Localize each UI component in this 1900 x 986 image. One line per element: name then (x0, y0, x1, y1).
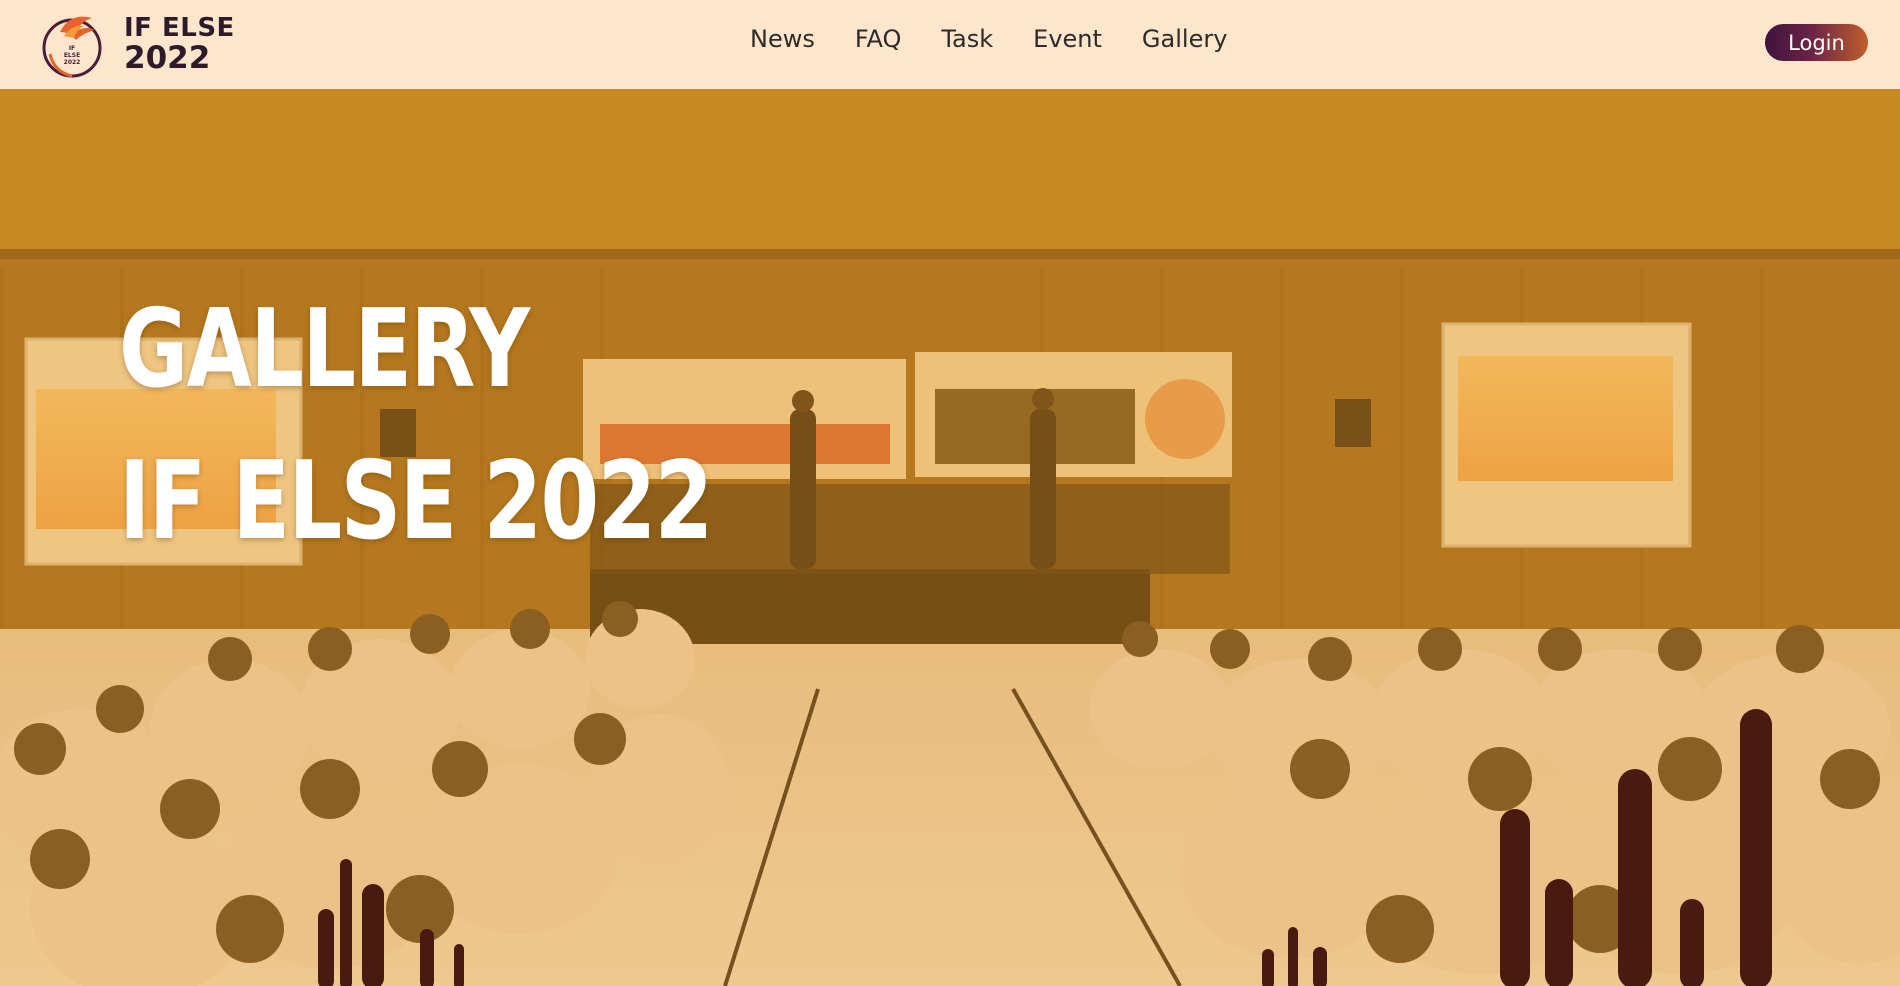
main-nav: News FAQ Task Event Gallery (750, 25, 1227, 53)
hero-title: GALLERY IF ELSE 2022 (119, 274, 713, 578)
logo-text-line3: 2022 (64, 59, 81, 66)
nav-link-gallery[interactable]: Gallery (1142, 25, 1227, 53)
login-button[interactable]: Login (1765, 24, 1868, 61)
logo-text-line2: ELSE (64, 52, 80, 59)
top-navbar: IF ELSE 2022 IF ELSE 2022 News FAQ Task … (0, 0, 1900, 89)
brand-name-line2: 2022 (124, 40, 211, 77)
nav-link-faq[interactable]: FAQ (855, 25, 902, 53)
brand-name-line1: IF ELSE (124, 13, 235, 44)
nav-link-event[interactable]: Event (1033, 25, 1102, 53)
hero-banner: GALLERY IF ELSE 2022 (0, 89, 1900, 986)
brand[interactable]: IF ELSE 2022 IF ELSE 2022 (40, 10, 235, 80)
nav-link-task[interactable]: Task (941, 25, 993, 53)
phoenix-logo-icon: IF ELSE 2022 (42, 16, 102, 78)
brand-name: IF ELSE 2022 (124, 14, 235, 76)
logo-text-line1: IF (69, 45, 75, 52)
nav-link-news[interactable]: News (750, 25, 815, 53)
hero-title-line1: GALLERY (119, 287, 530, 412)
hero-title-line2: IF ELSE 2022 (119, 439, 713, 564)
